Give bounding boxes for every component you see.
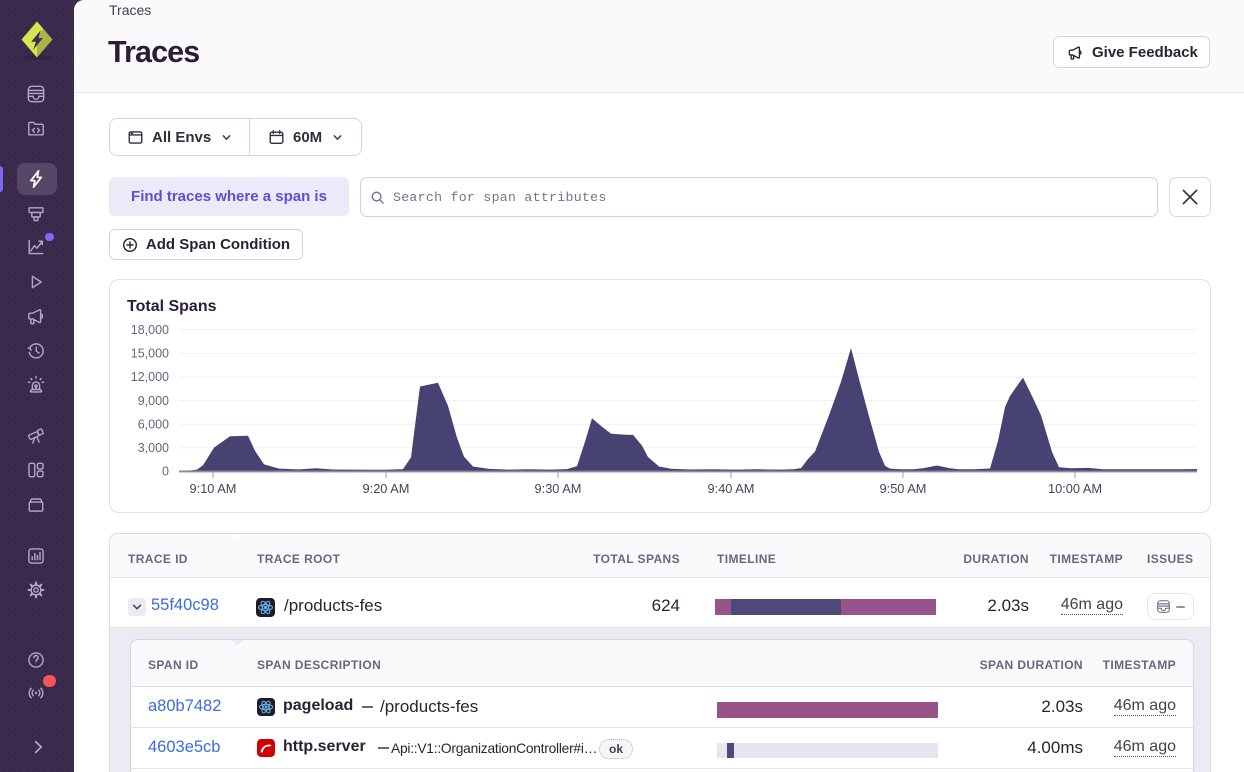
- svg-text:9:40 AM: 9:40 AM: [708, 481, 755, 496]
- svg-text:12,000: 12,000: [131, 370, 169, 384]
- svg-text:0: 0: [162, 465, 169, 479]
- svg-text:9:50 AM: 9:50 AM: [880, 481, 927, 496]
- svg-text:9:10 AM: 9:10 AM: [190, 481, 237, 496]
- svg-text:18,000: 18,000: [131, 323, 169, 337]
- svg-text:9:30 AM: 9:30 AM: [535, 481, 582, 496]
- svg-text:9:20 AM: 9:20 AM: [363, 481, 410, 496]
- svg-text:3,000: 3,000: [138, 441, 169, 455]
- svg-text:15,000: 15,000: [131, 347, 169, 361]
- svg-text:9,000: 9,000: [138, 394, 169, 408]
- svg-text:6,000: 6,000: [138, 417, 169, 431]
- svg-text:10:00 AM: 10:00 AM: [1048, 481, 1102, 496]
